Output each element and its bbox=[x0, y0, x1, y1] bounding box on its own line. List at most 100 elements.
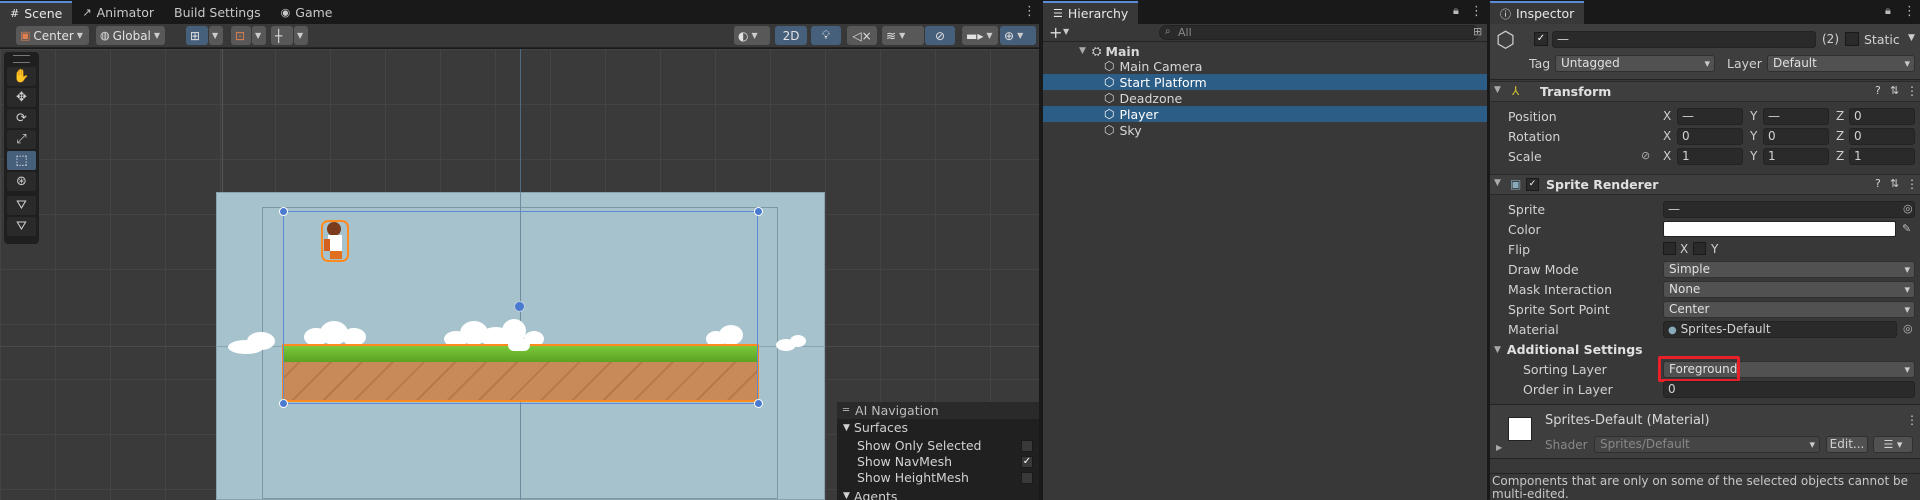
tag-dropdown[interactable]: Untagged bbox=[1555, 55, 1715, 72]
grid-snap-button[interactable]: ⊞ bbox=[186, 26, 208, 45]
rect-handle-br[interactable] bbox=[754, 399, 763, 408]
hierarchy-item-start-platform[interactable]: ⬡ Start Platform bbox=[1043, 74, 1487, 90]
object-name-field[interactable]: — bbox=[1552, 31, 1816, 48]
rotation-y-field[interactable]: 0 bbox=[1763, 128, 1829, 145]
position-x-label[interactable]: X bbox=[1663, 109, 1671, 123]
component-menu-icon[interactable]: ⋮ bbox=[1906, 177, 1918, 191]
scene-root-main[interactable]: ▼ ⛭ Main bbox=[1043, 43, 1487, 59]
hierarchy-item-sky[interactable]: ⬡ Sky bbox=[1043, 122, 1487, 138]
help-icon[interactable]: ? bbox=[1875, 177, 1881, 190]
scale-tool-icon[interactable]: ⤢ bbox=[7, 130, 36, 149]
scale-y-field[interactable]: 1 bbox=[1763, 148, 1829, 165]
lock-icon[interactable]: 🔒︎ bbox=[1453, 4, 1459, 18]
hierarchy-search-input[interactable]: ⌕ All bbox=[1159, 25, 1479, 40]
preset-icon[interactable]: ⇅ bbox=[1890, 84, 1899, 97]
pivot-dropdown[interactable]: ▣ Center ▼ bbox=[16, 26, 89, 45]
rect-handle-tl[interactable] bbox=[279, 207, 288, 216]
move-tool-icon[interactable]: ✥ bbox=[7, 88, 36, 107]
constrain-proportions-icon[interactable]: ⊘ bbox=[1641, 149, 1650, 162]
camera-button[interactable]: ▬▸ ▼ bbox=[962, 26, 998, 45]
material-field[interactable]: ● Sprites-Default bbox=[1663, 321, 1897, 338]
help-icon[interactable]: ? bbox=[1875, 84, 1881, 97]
scale-x-label[interactable]: X bbox=[1663, 149, 1671, 163]
position-z-label[interactable]: Z bbox=[1836, 109, 1844, 123]
hand-tool-icon[interactable]: ✋ bbox=[7, 67, 36, 86]
shader-dropdown[interactable]: Sprites/Default bbox=[1594, 436, 1820, 453]
rotate-tool-icon[interactable]: ⟳ bbox=[7, 109, 36, 128]
rotation-x-label[interactable]: X bbox=[1663, 129, 1671, 143]
scene-viewport[interactable]: ✋ ✥ ⟳ ⤢ ⬚ ⊛ ⛛ ⛛ ═ AI Navigation ▼ Surfac… bbox=[0, 49, 1039, 500]
rect-handle-center[interactable] bbox=[514, 301, 525, 312]
position-y-field[interactable]: — bbox=[1763, 108, 1829, 125]
flip-x-checkbox[interactable] bbox=[1663, 242, 1676, 255]
rect-handle-tr[interactable] bbox=[754, 207, 763, 216]
custom-tool-icon[interactable]: ⛛ bbox=[7, 196, 36, 215]
flip-y-checkbox[interactable] bbox=[1693, 242, 1706, 255]
gizmos-button[interactable]: ⊕ ▼ bbox=[1000, 26, 1036, 45]
overlay-section-agents[interactable]: ▼ Agents bbox=[843, 489, 897, 500]
object-picker-icon[interactable]: ◎ bbox=[1903, 322, 1913, 335]
rect-handle-bl[interactable] bbox=[279, 399, 288, 408]
overlay-header[interactable]: ═ AI Navigation bbox=[837, 402, 1039, 419]
eyedropper-icon[interactable]: ✎ bbox=[1902, 222, 1911, 235]
space-dropdown[interactable]: ◍ Global ▼ bbox=[96, 26, 165, 45]
color-swatch[interactable] bbox=[1663, 221, 1896, 237]
hierarchy-item-deadzone[interactable]: ⬡ Deadzone bbox=[1043, 90, 1487, 106]
increment-snap-dropdown[interactable]: ▼ bbox=[294, 26, 308, 45]
scene-menu-icon[interactable]: ⋮ bbox=[1023, 4, 1036, 19]
scene-visibility-button[interactable]: ⊘ bbox=[925, 26, 955, 45]
mode-2d-button[interactable]: 2D bbox=[775, 26, 807, 45]
material-foldout-icon[interactable]: ▶ bbox=[1496, 443, 1502, 452]
sprite-renderer-header[interactable]: ▼ ▣ ✓ Sprite Renderer ? ⇅ ⋮ bbox=[1490, 174, 1920, 195]
rotation-x-field[interactable]: 0 bbox=[1677, 128, 1743, 145]
transform-header[interactable]: ▼ ⅄ Transform ? ⇅ ⋮ bbox=[1490, 81, 1920, 102]
hierarchy-item-player[interactable]: ⬡ Player bbox=[1043, 106, 1487, 122]
tab-build-settings[interactable]: Build Settings bbox=[164, 1, 271, 24]
order-in-layer-field[interactable]: 0 bbox=[1663, 381, 1915, 398]
audio-button[interactable]: ◁× bbox=[847, 26, 877, 45]
checkbox-unchecked[interactable] bbox=[1021, 472, 1033, 484]
shader-edit-button[interactable]: Edit... bbox=[1826, 436, 1868, 453]
scale-z-field[interactable]: 1 bbox=[1849, 148, 1915, 165]
tab-inspector[interactable]: ⓘ Inspector bbox=[1490, 1, 1585, 24]
preset-icon[interactable]: ⇅ bbox=[1890, 177, 1899, 190]
search-options-icon[interactable]: ⊞ bbox=[1473, 25, 1482, 38]
checkbox-unchecked[interactable] bbox=[1021, 440, 1033, 452]
tab-animator[interactable]: ↗ Animator bbox=[72, 1, 164, 24]
tab-scene[interactable]: # Scene bbox=[0, 1, 73, 24]
additional-settings-foldout[interactable]: ▼ Additional Settings bbox=[1494, 342, 1643, 357]
tab-hierarchy[interactable]: ☰ Hierarchy bbox=[1043, 1, 1139, 24]
draw-mode-dropdown[interactable]: Simple bbox=[1663, 261, 1915, 278]
lighting-button[interactable]: 💡︎ bbox=[811, 26, 841, 45]
hierarchy-menu-icon[interactable]: ⋮ bbox=[1470, 4, 1483, 19]
checkbox-checked[interactable]: ✓ bbox=[1021, 456, 1033, 468]
rotation-z-field[interactable]: 0 bbox=[1849, 128, 1915, 145]
component-enabled-checkbox[interactable]: ✓ bbox=[1526, 178, 1539, 191]
position-x-field[interactable]: — bbox=[1677, 108, 1743, 125]
gameobject-icon[interactable]: ⬡ bbox=[1496, 28, 1515, 53]
object-picker-icon[interactable]: ◎ bbox=[1903, 202, 1913, 215]
scale-z-label[interactable]: Z bbox=[1836, 149, 1844, 163]
transform-tool-icon[interactable]: ⊛ bbox=[7, 172, 36, 191]
scale-y-label[interactable]: Y bbox=[1750, 149, 1757, 163]
increment-snap-button[interactable]: ┼ bbox=[271, 26, 293, 45]
custom-tool-2-icon[interactable]: ⛛ bbox=[7, 217, 36, 236]
grid-visibility-button[interactable]: ⊡ bbox=[231, 26, 251, 45]
inspector-lock-icon[interactable]: 🔒︎ bbox=[1885, 4, 1891, 18]
player-sprite[interactable] bbox=[318, 219, 354, 265]
grid-snap-dropdown[interactable]: ▼ bbox=[209, 26, 223, 45]
layer-dropdown[interactable]: Default bbox=[1767, 55, 1915, 72]
tab-game[interactable]: ◉ Game bbox=[271, 1, 343, 24]
active-checkbox[interactable]: ✓ bbox=[1534, 32, 1548, 46]
hierarchy-item-main-camera[interactable]: ⬡ Main Camera bbox=[1043, 58, 1487, 74]
sprite-sort-point-dropdown[interactable]: Center bbox=[1663, 301, 1915, 318]
effects-button[interactable]: ≋ ▼ bbox=[882, 26, 924, 45]
scale-x-field[interactable]: 1 bbox=[1677, 148, 1743, 165]
rotation-z-label[interactable]: Z bbox=[1836, 129, 1844, 143]
component-menu-icon[interactable]: ⋮ bbox=[1906, 84, 1918, 98]
create-button[interactable]: + bbox=[1049, 23, 1062, 42]
grid-visibility-dropdown[interactable]: ▼ bbox=[252, 26, 266, 45]
create-dropdown-icon[interactable]: ▼ bbox=[1063, 27, 1069, 36]
overlay-section-surfaces[interactable]: ▼ Surfaces bbox=[837, 419, 1039, 436]
position-y-label[interactable]: Y bbox=[1750, 109, 1757, 123]
